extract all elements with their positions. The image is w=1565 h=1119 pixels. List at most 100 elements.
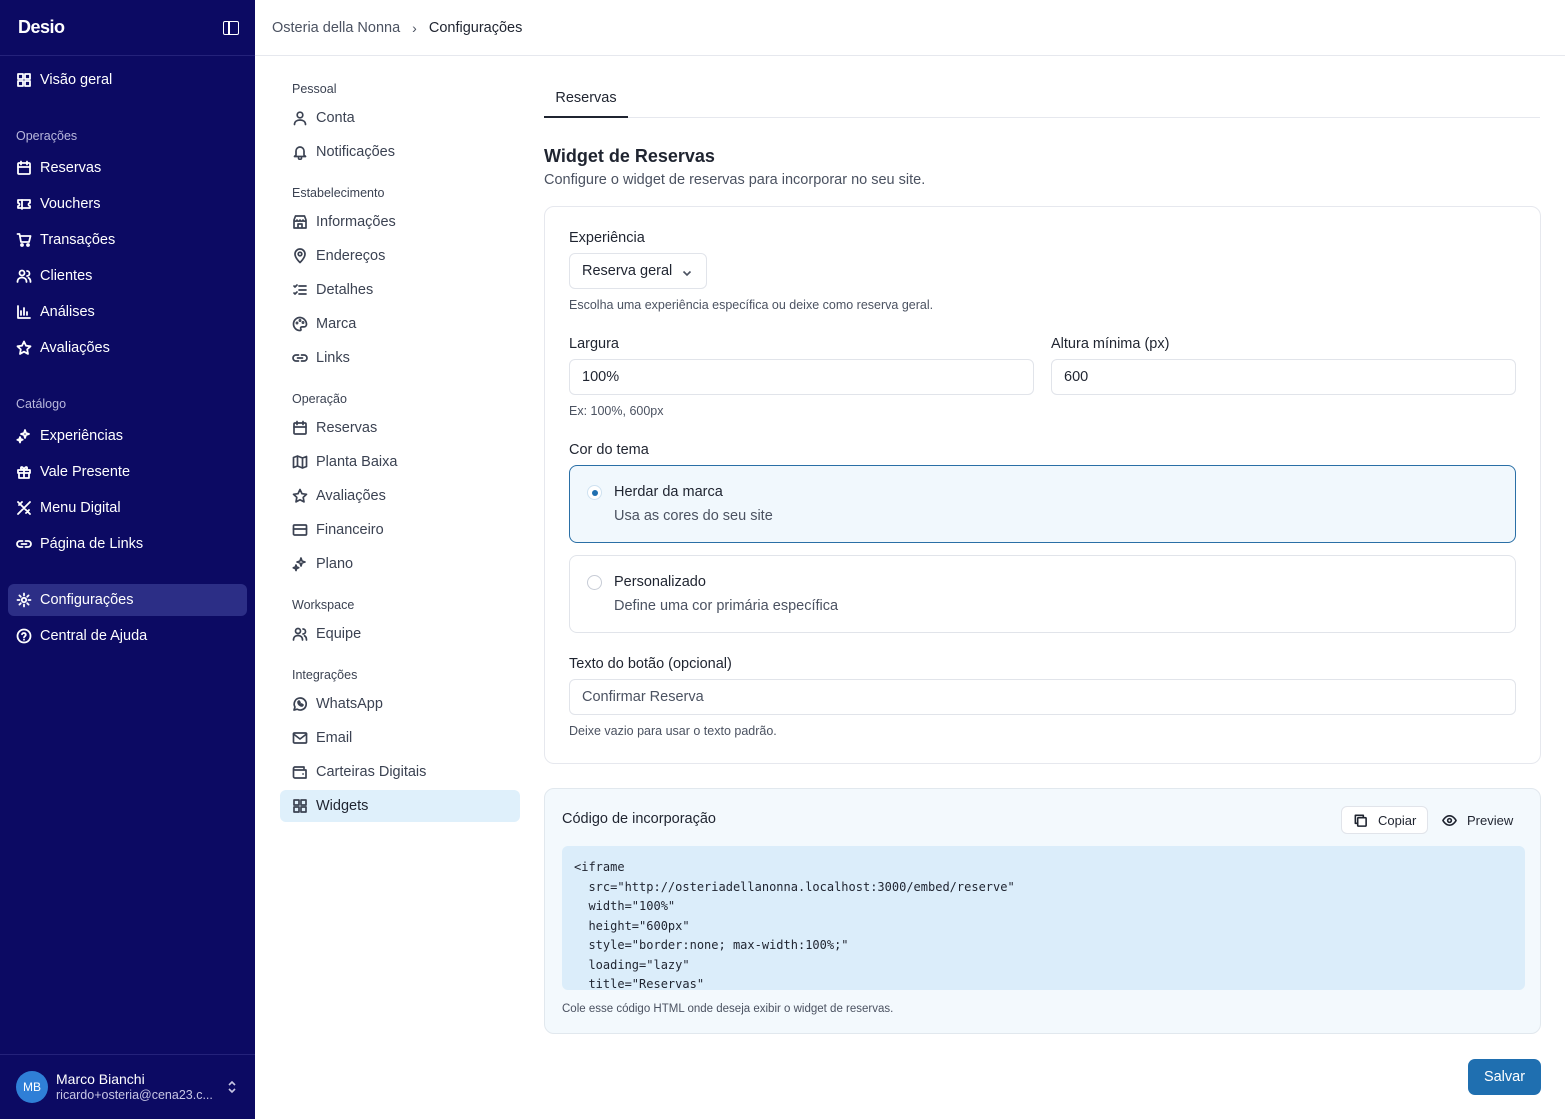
settings-item-detalhes[interactable]: Detalhes [280, 274, 520, 306]
settings-group-label: Pessoal [292, 82, 337, 96]
settings-item-label: Informações [316, 214, 396, 230]
grid-icon [16, 72, 32, 88]
nav-label: Página de Links [40, 536, 144, 552]
settings-item-label: Widgets [316, 798, 369, 814]
breadcrumb-parent[interactable]: Osteria della Nonna [272, 20, 400, 36]
nav-item-experiencias[interactable]: Experiências [8, 420, 247, 452]
settings-item-label: Financeiro [316, 522, 384, 538]
grid-icon [292, 798, 308, 814]
sidebar-header: Desio [0, 0, 255, 56]
help-circle-icon [16, 628, 32, 644]
settings-item-label: Carteiras Digitais [316, 764, 427, 780]
settings-item-email[interactable]: Email [280, 722, 520, 754]
nav-item-pagina-links[interactable]: Página de Links [8, 528, 247, 560]
button-text-label: Texto do botão (opcional) [569, 656, 732, 672]
gear-icon [16, 592, 32, 608]
theme-option-inherit[interactable]: Herdar da marca Usa as cores do seu site [569, 465, 1516, 543]
nav-item-analises[interactable]: Análises [8, 296, 247, 328]
embed-help: Cole esse código HTML onde deseja exibir… [562, 1003, 894, 1015]
app-logo[interactable]: Desio [18, 17, 65, 38]
settings-item-plano[interactable]: Plano [280, 548, 520, 580]
experience-select[interactable]: Reserva geral [569, 253, 707, 289]
sidebar-toggle-icon[interactable] [223, 20, 239, 35]
user-menu[interactable]: MB Marco Bianchi ricardo+osteria@cena23.… [0, 1054, 255, 1119]
settings-item-avaliacoes[interactable]: Avaliações [280, 480, 520, 512]
settings-item-financeiro[interactable]: Financeiro [280, 514, 520, 546]
nav-item-clientes[interactable]: Clientes [8, 260, 247, 292]
settings-group-label: Estabelecimento [292, 186, 385, 200]
theme-option-custom[interactable]: Personalizado Define uma cor primária es… [569, 555, 1516, 633]
nav-item-menu-digital[interactable]: Menu Digital [8, 492, 247, 524]
settings-item-links[interactable]: Links [280, 342, 520, 374]
nav-section-operations: Operações [16, 129, 78, 143]
settings-item-planta-baixa[interactable]: Planta Baixa [280, 446, 520, 478]
link-icon [16, 536, 32, 552]
nav-label: Clientes [40, 268, 93, 284]
settings-item-carteiras[interactable]: Carteiras Digitais [280, 756, 520, 788]
settings-item-enderecos[interactable]: Endereços [280, 240, 520, 272]
settings-item-label: Plano [316, 556, 354, 572]
cart-icon [16, 232, 32, 248]
tab-bar: Reservas [544, 80, 1540, 118]
eye-icon [1442, 814, 1457, 826]
wallet-icon [292, 764, 308, 780]
nav-item-configuracoes[interactable]: Configurações [8, 584, 247, 616]
nav-item-ajuda[interactable]: Central de Ajuda [8, 620, 247, 652]
sparkles-icon [292, 556, 308, 572]
gift-icon [16, 464, 32, 480]
avatar: MB [16, 1071, 48, 1103]
tab-reservas[interactable]: Reservas [544, 80, 628, 118]
breadcrumb: Osteria della Nonna › Configurações [255, 0, 1565, 56]
settings-item-equipe[interactable]: Equipe [280, 618, 520, 650]
page-title: Widget de Reservas [544, 146, 715, 166]
nav-item-reservas[interactable]: Reservas [8, 152, 247, 184]
user-info: Marco Bianchi ricardo+osteria@cena23.c..… [56, 1071, 213, 1103]
whatsapp-icon [292, 696, 308, 712]
nav-item-vale-presente[interactable]: Vale Presente [8, 456, 247, 488]
settings-item-label: Reservas [316, 420, 378, 436]
sparkles-icon [16, 428, 32, 444]
settings-item-label: Links [316, 350, 350, 366]
bar-chart-icon [16, 304, 32, 320]
nav-item-avaliacoes[interactable]: Avaliações [8, 332, 247, 364]
nav-label: Menu Digital [40, 500, 121, 516]
preview-button-label: Preview [1467, 812, 1514, 828]
radio-selected[interactable] [587, 485, 602, 500]
star-icon [292, 488, 308, 504]
embed-code-block[interactable]: <iframe src="http://osteriadellanonna.lo… [562, 846, 1525, 990]
logo-text: Desio [18, 17, 65, 37]
copy-button[interactable]: Copiar [1341, 806, 1428, 834]
settings-item-conta[interactable]: Conta [280, 102, 520, 134]
user-icon [292, 110, 308, 126]
map-pin-icon [292, 248, 308, 264]
nav-item-vouchers[interactable]: Vouchers [8, 188, 247, 220]
store-icon [292, 214, 308, 230]
embed-code-panel: Código de incorporação Copiar Preview <i… [544, 788, 1541, 1034]
credit-card-icon [292, 522, 308, 538]
settings-item-informacoes[interactable]: Informações [280, 206, 520, 238]
settings-group-label: Workspace [292, 598, 355, 612]
settings-item-reservas[interactable]: Reservas [280, 412, 520, 444]
radio-unselected[interactable] [587, 575, 602, 590]
settings-item-marca[interactable]: Marca [280, 308, 520, 340]
settings-item-notificacoes[interactable]: Notificações [280, 136, 520, 168]
width-input[interactable]: 100% [569, 359, 1034, 395]
copy-button-label: Copiar [1378, 812, 1417, 828]
nav-section-catalog: Catálogo [16, 397, 67, 411]
settings-item-whatsapp[interactable]: WhatsApp [280, 688, 520, 720]
settings-item-label: Planta Baixa [316, 454, 398, 470]
settings-item-widgets[interactable]: Widgets [280, 790, 520, 822]
min-height-input[interactable]: 600 [1051, 359, 1516, 395]
link-icon [292, 350, 308, 366]
button-text-input[interactable]: Confirmar Reserva [569, 679, 1516, 715]
settings-item-label: Email [316, 730, 353, 746]
save-button[interactable]: Salvar [1468, 1059, 1541, 1095]
button-text-help: Deixe vazio para usar o texto padrão. [569, 724, 777, 738]
embed-title: Código de incorporação [562, 811, 716, 827]
width-label: Largura [569, 336, 619, 352]
nav-label: Configurações [40, 592, 134, 608]
nav-item-overview[interactable]: Visão geral [8, 64, 247, 96]
copy-icon [1354, 814, 1367, 827]
preview-button[interactable]: Preview [1442, 806, 1528, 834]
nav-item-transacoes[interactable]: Transações [8, 224, 247, 256]
